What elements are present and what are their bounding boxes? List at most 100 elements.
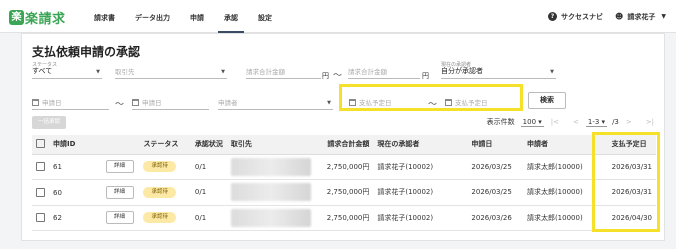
- pay-date-highlight-box: [339, 84, 523, 111]
- col-status: ステータス: [139, 135, 191, 155]
- pay-date-column-highlight: [592, 132, 660, 232]
- success-navi-link[interactable]: サクセスナビ: [561, 12, 603, 22]
- table-row[interactable]: 62 詳細 承認待 0/1 2,750,000円 請求花子(10002) 2026/03/2…: [32, 205, 656, 231]
- vendor-select[interactable]: 取引先 ▼: [115, 61, 227, 79]
- amount-min-input[interactable]: 請求合計金額: [246, 61, 321, 79]
- last-page-button[interactable]: >|: [646, 118, 654, 126]
- row-checkbox[interactable]: [36, 162, 45, 172]
- row-status-cell: 承認待: [139, 154, 191, 180]
- user-icon: ☻: [615, 12, 624, 21]
- row-vendor-cell: [226, 154, 317, 180]
- search-button[interactable]: 検索: [528, 92, 566, 109]
- row-status-cell: 承認待: [139, 179, 191, 206]
- header-right: ? サクセスナビ ☻ 請求花子 ▼: [548, 0, 666, 33]
- page-title: 支払依頼申請の承認: [32, 45, 141, 59]
- detail-button[interactable]: 詳細: [105, 185, 134, 199]
- applicant-placeholder: 申請者: [218, 99, 238, 107]
- row-apply-date: 2026/03/26: [467, 205, 523, 231]
- row-checkbox[interactable]: [36, 213, 45, 223]
- table-row[interactable]: 60 詳細 承認待 0/1 2,750,000円 請求花子(10002) 2026/03/2…: [32, 179, 656, 206]
- approval-table: 申請ID ステータス 承認状況 取引先 請求合計金額 現在の承認者 申請日 申請…: [32, 135, 656, 231]
- row-apply-date: 2026/03/25: [467, 179, 523, 206]
- vendor-redacted: [230, 183, 311, 202]
- col-id: 申請ID: [32, 135, 102, 155]
- col-apply-date: 申請日: [467, 135, 523, 155]
- apply-date-to-placeholder: 申請日: [142, 99, 162, 107]
- row-checkbox[interactable]: [36, 187, 45, 197]
- row-detail-cell: 詳細: [101, 205, 140, 231]
- row-progress: 0/1: [190, 179, 227, 206]
- amount-min-unit: 円: [322, 72, 329, 80]
- chevron-down-icon: ▼: [96, 69, 100, 75]
- prev-page-button[interactable]: <: [573, 118, 579, 126]
- chevron-down-icon[interactable]: ▼: [661, 13, 666, 20]
- vendor-placeholder: 取引先: [115, 68, 135, 76]
- apply-date-to-field: 申請日: [132, 97, 162, 107]
- status-select[interactable]: ステータス すべて ▼: [32, 61, 102, 79]
- row-id: 60: [53, 188, 62, 197]
- applicant-select[interactable]: 申請者 ▼: [218, 92, 333, 110]
- page-size-value: 100: [522, 117, 537, 126]
- col-amount: 請求合計金額: [316, 135, 374, 155]
- row-id-cell: 61: [32, 154, 102, 180]
- nav-invoices[interactable]: 請求書: [94, 0, 115, 33]
- row-status-cell: 承認待: [139, 205, 191, 231]
- status-badge: 承認待: [143, 186, 176, 198]
- vendor-redacted: [230, 208, 311, 227]
- approver-value: 自分が承認者: [441, 67, 483, 75]
- amount-max-placeholder: 請求合計金額: [348, 68, 387, 76]
- row-id: 62: [53, 214, 62, 223]
- amount-max-unit: 円: [422, 72, 429, 80]
- apply-date-from-placeholder: 申請日: [42, 99, 62, 107]
- chevron-down-icon: ▼: [550, 69, 554, 75]
- pagination: 表示件数 100 ▾ |< < 1-3 ▾ /3 > >|: [487, 115, 654, 129]
- row-progress: 0/1: [190, 154, 227, 180]
- row-approver: 請求花子(10002): [373, 179, 468, 206]
- detail-button[interactable]: 詳細: [105, 160, 134, 174]
- table-row[interactable]: 61 詳細 承認待 0/1 2,750,000円 請求花子(10002) 2026/03/2…: [32, 154, 656, 180]
- approval-card: 支払依頼申請の承認 ステータス すべて ▼ 取引先 ▼ 請求合計金額 円 〜 請…: [21, 33, 665, 241]
- user-name[interactable]: 請求花子: [627, 12, 655, 22]
- nav-settings[interactable]: 設定: [258, 0, 272, 33]
- page-size-select[interactable]: 100 ▾: [520, 117, 544, 127]
- row-vendor-cell: [226, 179, 317, 206]
- detail-button[interactable]: 詳細: [105, 211, 134, 225]
- logo-mark-icon: 楽: [9, 10, 24, 25]
- nav-approve[interactable]: 承認: [218, 0, 244, 33]
- apply-date-from-input[interactable]: 申請日: [32, 92, 109, 110]
- col-progress: 承認状況: [190, 135, 227, 155]
- app-header: 楽 楽請求 請求書 データ出力 申請 承認 設定 ? サクセスナビ ☻ 請求花子…: [0, 0, 676, 33]
- help-icon[interactable]: ?: [548, 12, 558, 21]
- next-page-button[interactable]: >: [626, 118, 632, 126]
- amount-range-tilde: 〜: [333, 71, 343, 81]
- apply-date-from-field: 申請日: [32, 97, 62, 107]
- main-nav: 請求書 データ出力 申請 承認 設定: [94, 0, 292, 33]
- page-size-label: 表示件数: [486, 118, 515, 126]
- calendar-icon: [32, 99, 39, 106]
- row-progress: 0/1: [190, 205, 227, 231]
- row-approver: 請求花子(10002): [373, 205, 468, 231]
- col-approver: 現在の承認者: [373, 135, 468, 155]
- calendar-icon: [132, 99, 139, 106]
- first-page-button[interactable]: |<: [551, 118, 559, 126]
- apply-date-to-input[interactable]: 申請日: [132, 92, 209, 110]
- chevron-down-icon: ▼: [221, 69, 225, 75]
- app-logo[interactable]: 楽 楽請求: [9, 8, 66, 27]
- page-range-select[interactable]: 1-3 ▾: [585, 118, 608, 127]
- approver-select[interactable]: 現在の承認者 自分が承認者 ▼: [441, 61, 556, 79]
- amount-max-input[interactable]: 請求合計金額: [348, 61, 420, 79]
- col-vendor: 取引先: [226, 135, 317, 155]
- nav-data-export[interactable]: データ出力: [135, 0, 170, 33]
- row-amount: 2,750,000円: [316, 205, 374, 231]
- row-id-cell: 60: [32, 179, 102, 206]
- select-all-checkbox[interactable]: [36, 139, 45, 149]
- amount-min-placeholder: 請求合計金額: [246, 68, 285, 76]
- logo-text: 楽請求: [25, 12, 66, 27]
- col-id-label: 申請ID: [53, 140, 76, 149]
- bulk-approve-button[interactable]: 一括承認: [32, 116, 66, 129]
- nav-apply[interactable]: 申請: [190, 0, 204, 33]
- row-approver: 請求花子(10002): [373, 154, 468, 180]
- row-id-cell: 62: [32, 205, 102, 231]
- col-detail: [101, 135, 140, 155]
- vendor-redacted: [230, 157, 311, 176]
